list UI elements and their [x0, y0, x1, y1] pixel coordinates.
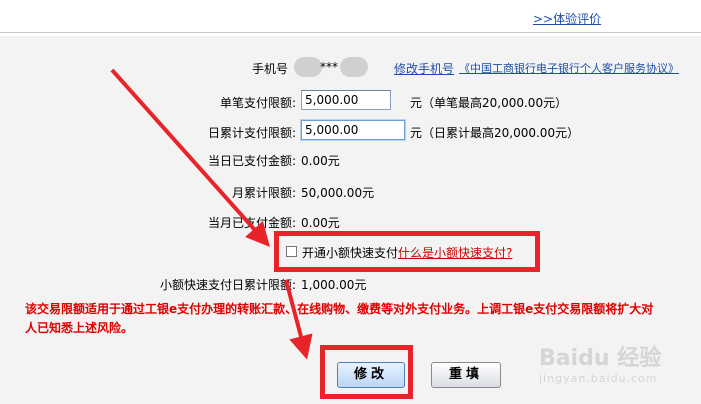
annotation-arrows: [110, 68, 313, 360]
arrow-to-checkbox: [110, 68, 270, 247]
arrow-to-modify: [284, 279, 313, 360]
